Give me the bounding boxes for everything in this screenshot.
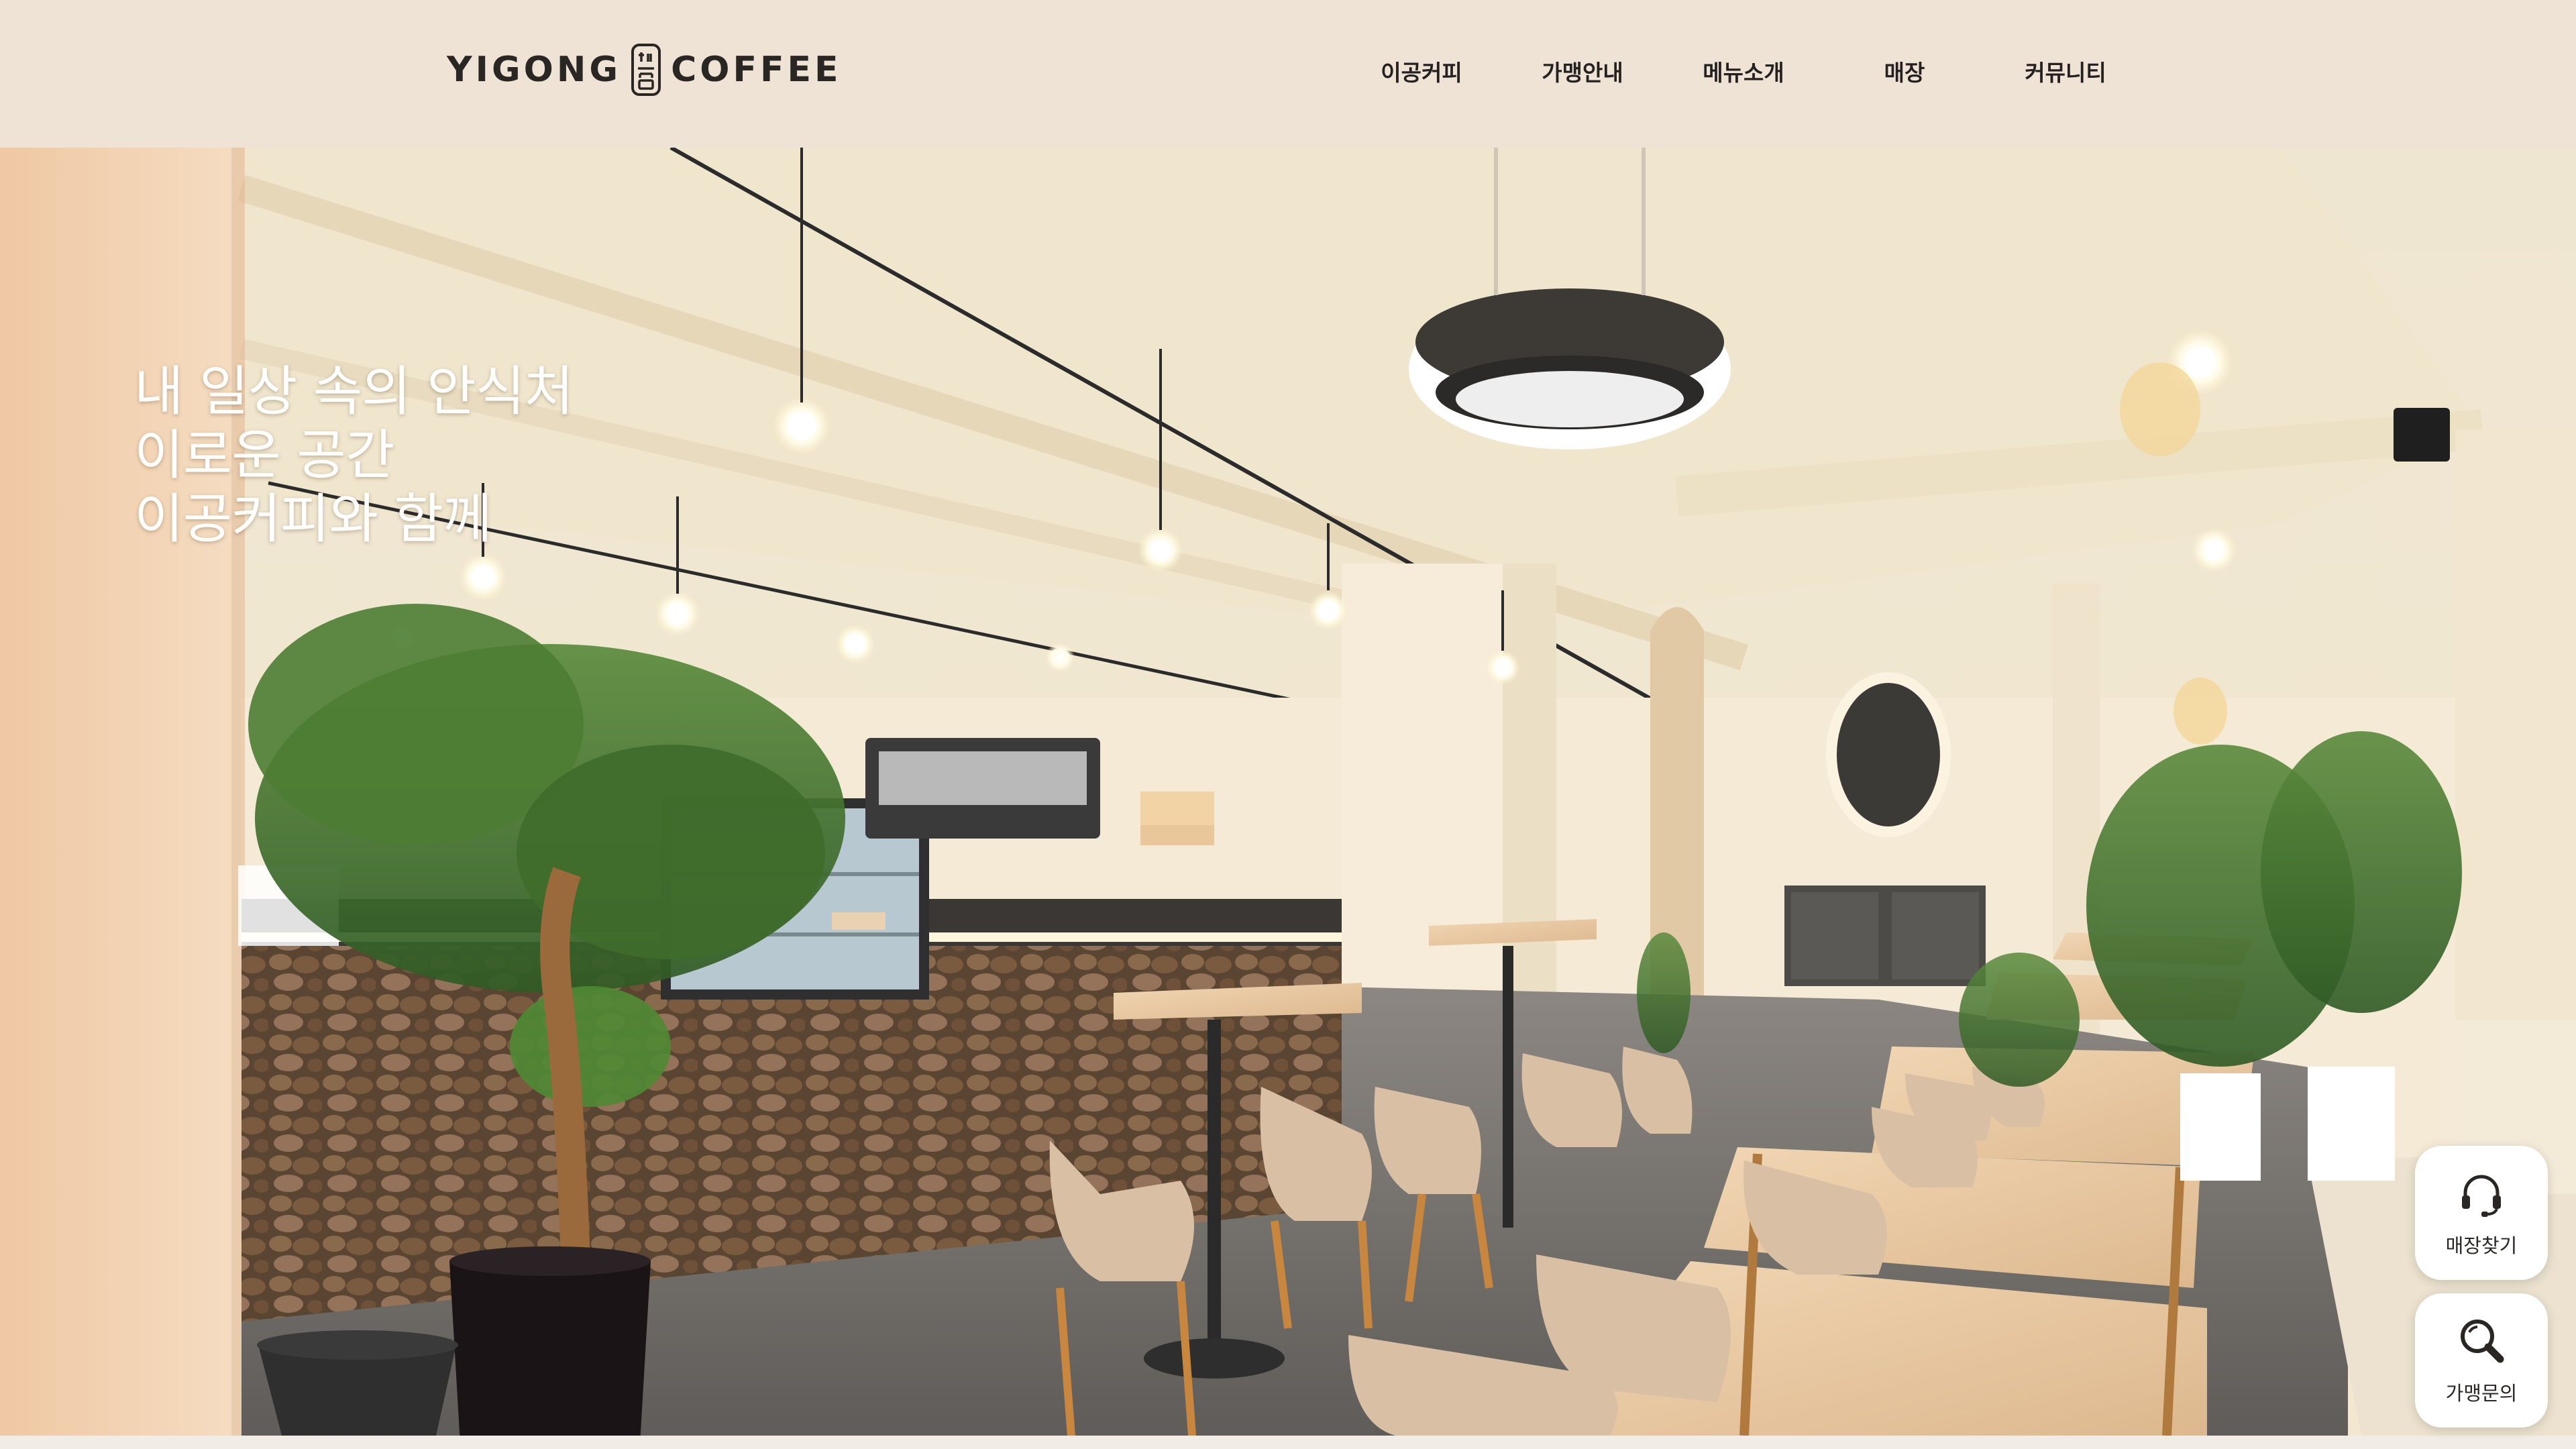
nav-item-store[interactable]: 매장 xyxy=(1837,56,1972,90)
cafe-interior-photo xyxy=(0,148,2576,1436)
store-finder-button[interactable]: 매장찾기 xyxy=(2415,1146,2548,1280)
nav-item-about[interactable]: 이공커피 xyxy=(1354,56,1489,90)
site-header: YIGONG COFFEE 이공커피 가맹안내 메뉴소개 매장 커뮤니티 xyxy=(0,0,2576,148)
brand-name-left: YIGONG xyxy=(447,50,622,90)
franchise-inquiry-button[interactable]: 가맹문의 xyxy=(2415,1293,2548,1428)
hero-line-3: 이공커피와 함께 xyxy=(134,488,492,550)
franchise-inquiry-label: 가맹문의 xyxy=(2445,1382,2518,1405)
brand-name-right: COFFEE xyxy=(671,50,842,90)
nav-item-franchise[interactable]: 가맹안내 xyxy=(1515,56,1650,90)
nav-item-menu[interactable]: 메뉴소개 xyxy=(1676,56,1811,90)
hero-line-1: 내 일상 속의 안식처 xyxy=(134,360,574,423)
bottom-strip xyxy=(0,1436,2576,1449)
headset-icon xyxy=(2462,1175,2501,1217)
brand-logo[interactable]: YIGONG COFFEE xyxy=(447,40,842,99)
hero-banner: 내 일상 속의 안식처 이로운 공간 이공커피와 함께 xyxy=(0,148,2576,1436)
store-finder-label: 매장찾기 xyxy=(2445,1234,2518,1257)
hero-copy: 내 일상 속의 안식처 이로운 공간 이공커피와 함께 xyxy=(134,360,574,551)
nav-item-community[interactable]: 커뮤니티 xyxy=(1998,56,2133,90)
brand-emblem-icon xyxy=(631,44,661,96)
page: YIGONG COFFEE 이공커피 가맹안내 메뉴소개 매장 커뮤니티 내 일… xyxy=(0,0,2576,1449)
magnifier-icon xyxy=(2461,1320,2504,1363)
hero-line-2: 이로운 공간 xyxy=(134,424,394,486)
